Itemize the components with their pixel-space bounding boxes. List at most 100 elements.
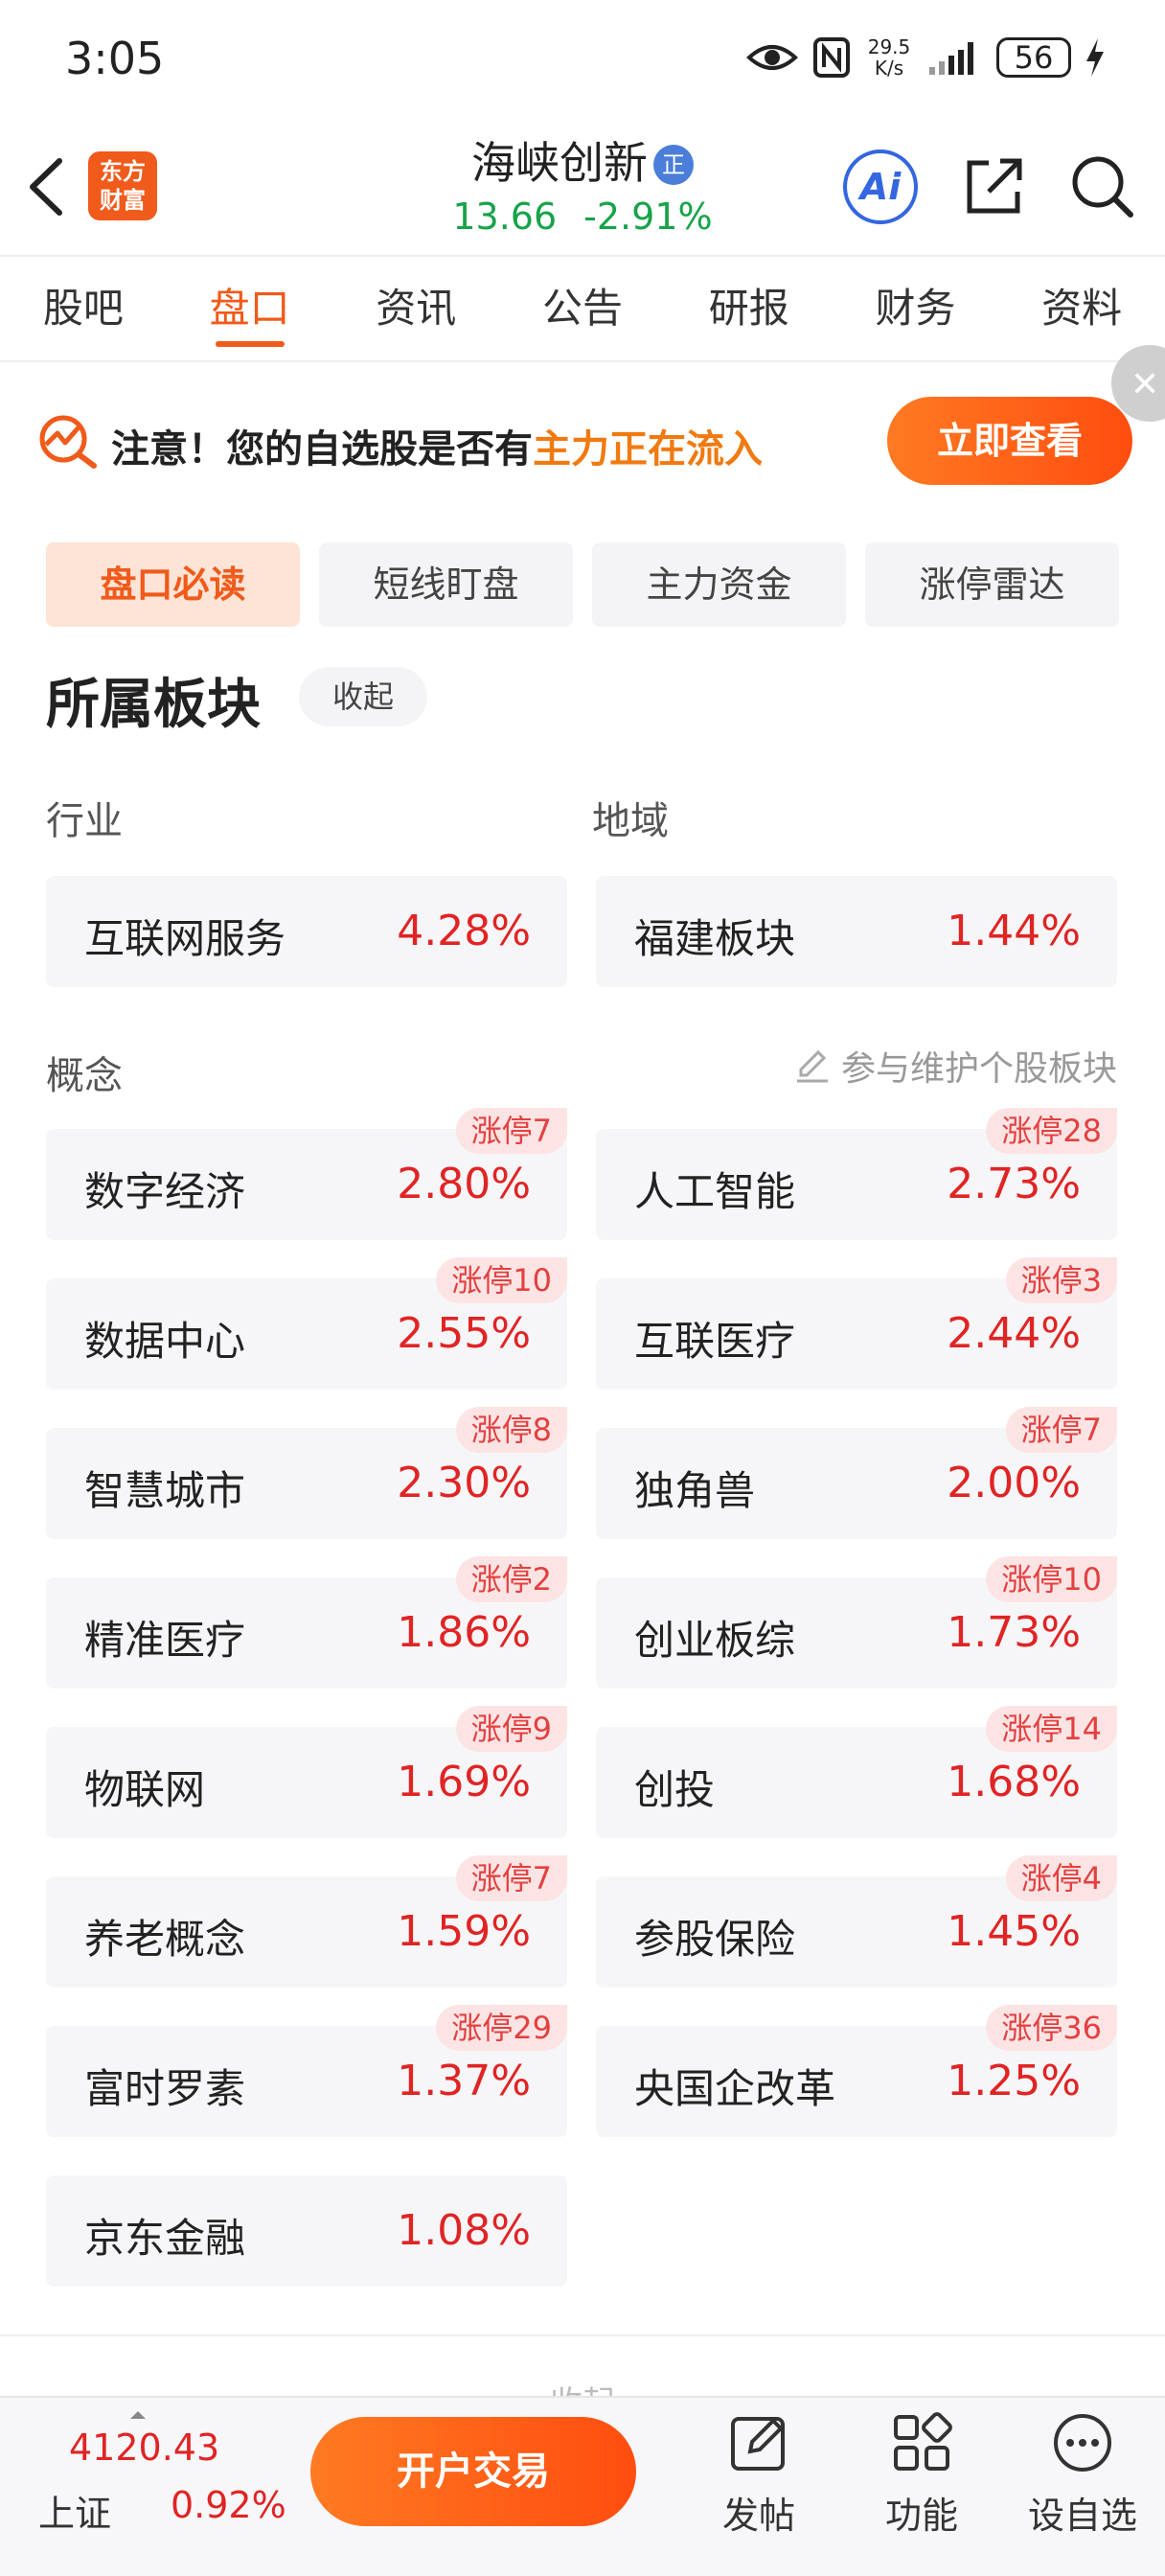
add-watchlist-button[interactable]: 设自选 [1016, 2409, 1150, 2563]
stock-name: 海峡创新 [471, 137, 648, 189]
concept-card[interactable]: 独角兽 2.00% 涨停7 [596, 1407, 1117, 1539]
concept-card[interactable]: 京东金融 1.08% [46, 2175, 567, 2287]
status-time: 3:05 [65, 33, 165, 84]
view-now-button[interactable]: 立即查看 [887, 397, 1132, 485]
tab-pankou[interactable]: 盘口 [167, 257, 333, 360]
section-title: 所属板块 [46, 674, 261, 736]
sub-tabs: 盘口必读 短线盯盘 主力资金 涨停雷达 [46, 542, 1119, 629]
limit-up-count-badge: 涨停10 [986, 1556, 1117, 1602]
sector-change: 1.45% [947, 1907, 1081, 1956]
edit-post-icon [731, 2417, 785, 2471]
sector-name: 福建板块 [634, 915, 796, 962]
sector-change: 1.59% [397, 1907, 531, 1956]
sector-name: 创投 [634, 1766, 716, 1813]
limit-up-count-badge: 涨停14 [986, 1706, 1117, 1752]
edit-icon [796, 1049, 828, 1083]
sector-name: 富时罗素 [84, 2065, 246, 2112]
ai-assistant-button[interactable]: Ai [843, 150, 918, 224]
tab-news[interactable]: 资讯 [332, 257, 499, 360]
limit-up-count-badge: 涨停9 [455, 1706, 567, 1752]
bottom-bar: 4120.43 上证 0.92% 开户交易 发帖 功能 设自选 [0, 2396, 1165, 2576]
collapse-button[interactable]: 收起 [299, 667, 427, 726]
region-card[interactable]: 福建板块 1.44% [596, 876, 1117, 987]
charging-icon [1086, 38, 1104, 77]
concept-card[interactable]: 央国企改革 1.25% 涨停36 [596, 2005, 1117, 2137]
concept-card[interactable]: 互联医疗 2.44% 涨停3 [596, 1257, 1117, 1390]
subtab-limit-radar[interactable]: 涨停雷达 [865, 542, 1119, 627]
badge-icon: 正 [653, 145, 694, 185]
sector-name: 数字经济 [84, 1168, 246, 1215]
sector-name: 互联医疗 [634, 1318, 796, 1365]
sector-name: 央国企改革 [634, 2065, 836, 2112]
apps-grid-icon [894, 2412, 952, 2471]
trend-alert-icon [39, 415, 97, 469]
sector-name: 参股保险 [634, 1916, 796, 1963]
sector-change: 2.73% [947, 1160, 1081, 1208]
search-icon[interactable] [1067, 151, 1136, 220]
promo-banner[interactable]: 注意！您的自选股是否有主力正在流入 立即查看 ✕ [0, 345, 1165, 518]
eye-icon [746, 45, 798, 70]
main-tabs: 股吧 盘口 资讯 公告 研报 财务 资料 [0, 255, 1165, 362]
sector-change: 1.37% [397, 2057, 531, 2105]
concept-card[interactable]: 人工智能 2.73% 涨停28 [596, 1108, 1117, 1240]
sector-change: 2.80% [397, 1160, 531, 1208]
subtab-short-term[interactable]: 短线盯盘 [319, 542, 573, 627]
concept-card[interactable]: 创业板综 1.73% 涨停10 [596, 1556, 1117, 1689]
subtab-must-read[interactable]: 盘口必读 [46, 542, 300, 627]
tab-research[interactable]: 研报 [666, 257, 833, 360]
limit-up-count-badge: 涨停7 [455, 1108, 567, 1154]
sector-change: 1.25% [947, 2057, 1081, 2105]
sector-name: 智慧城市 [84, 1467, 246, 1514]
post-button[interactable]: 发帖 [692, 2409, 826, 2563]
sector-change: 1.68% [947, 1758, 1081, 1806]
concept-card[interactable]: 数据中心 2.55% 涨停10 [46, 1257, 567, 1390]
status-icons: 29.5 K/s 56 [745, 31, 1106, 84]
divider [0, 2334, 1165, 2336]
sector-name: 互联网服务 [84, 915, 286, 962]
sector-name: 创业板综 [634, 1617, 796, 1664]
open-account-trade-button[interactable]: 开户交易 [310, 2417, 636, 2526]
limit-up-count-badge: 涨停7 [455, 1855, 567, 1901]
sector-name: 人工智能 [634, 1168, 796, 1215]
maintain-sectors-link[interactable]: 参与维护个股板块 [793, 1041, 1117, 1091]
tab-profile[interactable]: 资料 [998, 257, 1165, 360]
limit-up-count-badge: 涨停28 [986, 1108, 1117, 1154]
limit-up-count-badge: 涨停10 [436, 1257, 567, 1303]
concept-card[interactable]: 数字经济 2.80% 涨停7 [46, 1108, 567, 1240]
limit-up-count-badge: 涨停2 [455, 1556, 567, 1602]
functions-button[interactable]: 功能 [855, 2409, 989, 2563]
concept-card[interactable]: 养老概念 1.59% 涨停7 [46, 1855, 567, 1988]
concept-card[interactable]: 智慧城市 2.30% 涨停8 [46, 1407, 567, 1539]
tab-finance[interactable]: 财务 [833, 257, 999, 360]
sector-change: 1.69% [397, 1758, 531, 1806]
concept-card[interactable]: 创投 1.68% 涨停14 [596, 1706, 1117, 1838]
sector-name: 独角兽 [634, 1467, 756, 1514]
sector-change: 2.55% [397, 1309, 531, 1358]
industry-card[interactable]: 互联网服务 4.28% [46, 876, 567, 987]
sector-change: 1.86% [397, 1608, 531, 1657]
expand-up-icon[interactable] [130, 2411, 146, 2419]
concept-label: 概念 [46, 1054, 123, 1098]
stock-price: 13.66 [452, 196, 558, 238]
share-icon[interactable] [960, 151, 1029, 220]
net-speed: 29.5 K/s [867, 35, 911, 80]
index-name: 上证 [38, 2493, 112, 2535]
sector-name: 精准医疗 [84, 1617, 246, 1664]
tab-announcements[interactable]: 公告 [499, 257, 666, 360]
concept-card[interactable]: 物联网 1.69% 涨停9 [46, 1706, 567, 1838]
subtab-main-funds[interactable]: 主力资金 [592, 542, 846, 627]
sector-name: 物联网 [84, 1766, 206, 1813]
industry-label: 行业 [46, 799, 123, 843]
concept-card[interactable]: 富时罗素 1.37% 涨停29 [46, 2005, 567, 2137]
index-value[interactable]: 4120.43 [69, 2426, 219, 2469]
tab-guba[interactable]: 股吧 [0, 257, 167, 360]
nfc-icon [813, 37, 850, 78]
limit-up-count-badge: 涨停8 [455, 1407, 567, 1453]
sector-change: 4.28% [397, 907, 531, 955]
concept-card[interactable]: 精准医疗 1.86% 涨停2 [46, 1556, 567, 1689]
sector-name: 京东金融 [84, 2215, 246, 2262]
concept-card[interactable]: 参股保险 1.45% 涨停4 [596, 1855, 1117, 1988]
sector-change: 1.73% [947, 1608, 1081, 1657]
sector-change: 2.30% [397, 1459, 531, 1507]
sector-name: 数据中心 [84, 1318, 246, 1365]
